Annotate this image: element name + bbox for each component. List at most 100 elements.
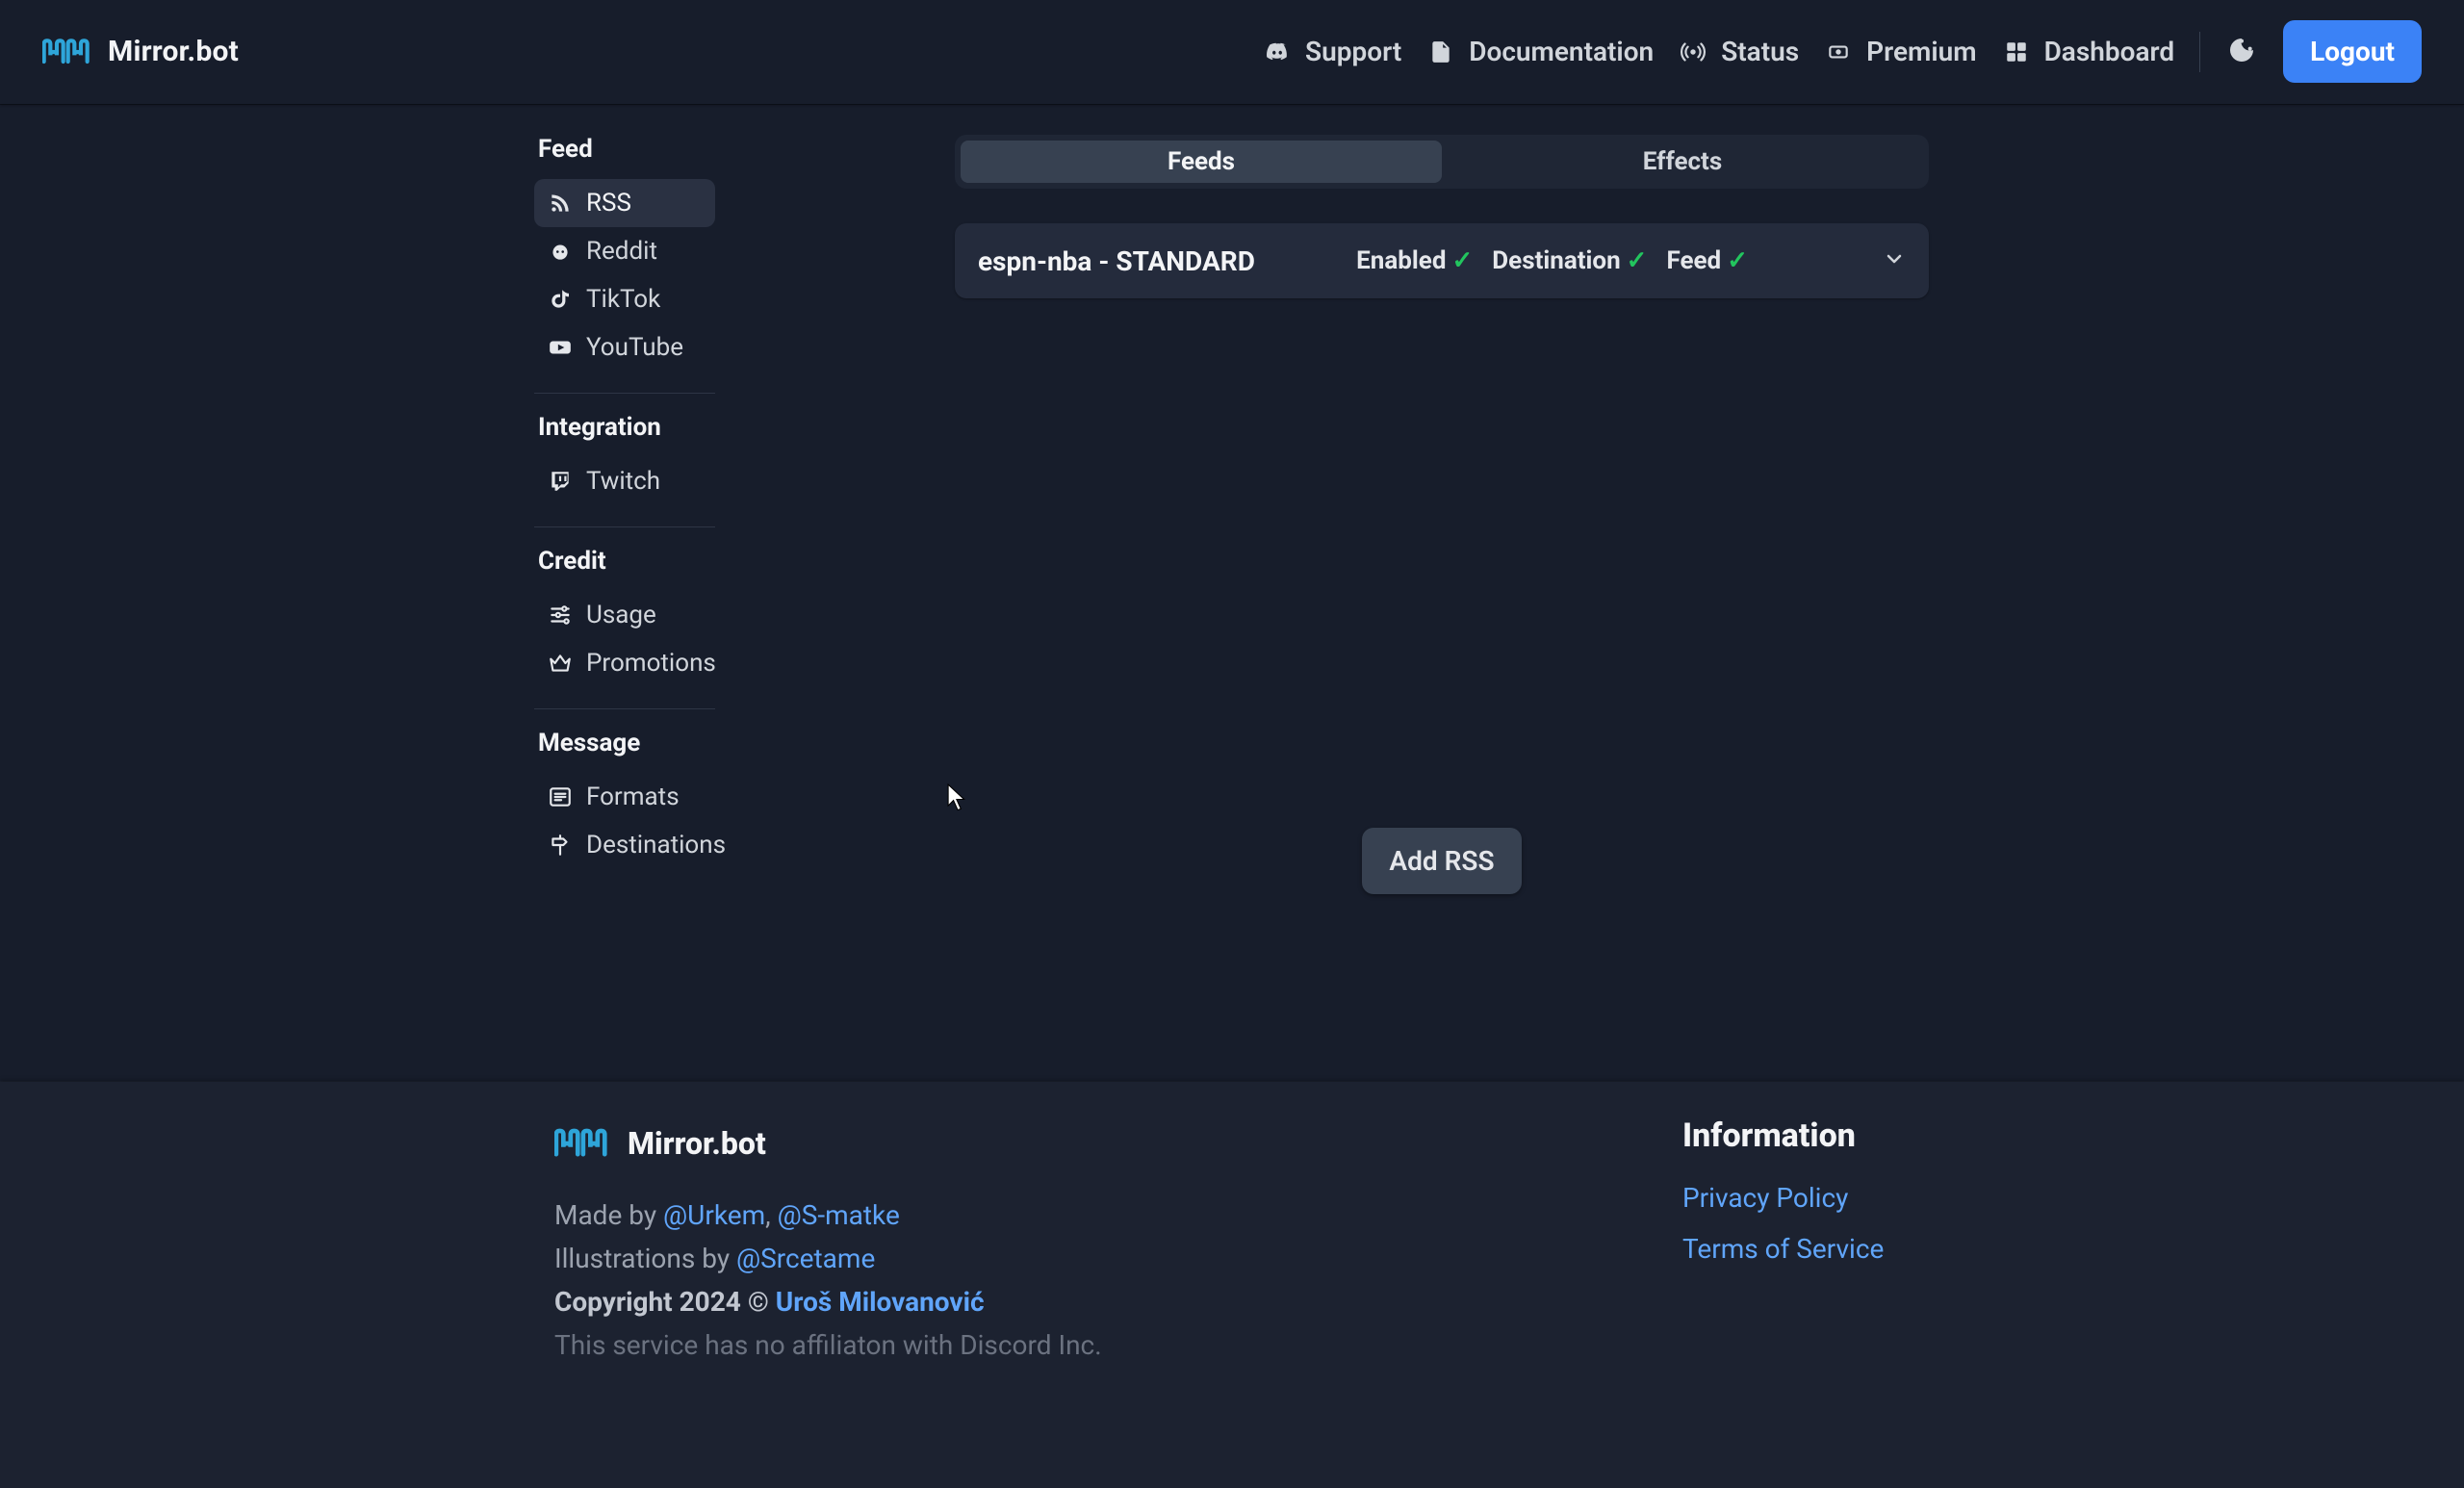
sidebar-title-feed: Feed <box>534 135 715 164</box>
footer-copyright-prefix: Copyright 2024 © <box>554 1286 776 1318</box>
check-icon: ✓ <box>1451 246 1473 275</box>
sidebar-item-promotions[interactable]: Promotions <box>534 639 715 687</box>
add-button-row: Add RSS <box>955 828 1929 894</box>
list-icon <box>548 784 573 809</box>
footer-madeby-sep: , <box>765 1199 777 1231</box>
nav-status-label: Status <box>1721 36 1799 67</box>
brand-logo-icon <box>554 1116 608 1170</box>
feed-row[interactable]: espn-nba - STANDARD Enabled ✓ Destinatio… <box>955 223 1929 298</box>
footer-brand-name: Mirror.bot <box>628 1125 766 1162</box>
page-body: Feed RSS Reddit TikTok <box>0 104 2464 135</box>
sidebar-item-youtube[interactable]: YouTube <box>534 323 715 372</box>
app-header: Mirror.bot Support Documentation Status <box>0 0 2464 104</box>
footer-illustrations: Illustrations by @Srcetame <box>554 1243 1102 1274</box>
status-label: Destination <box>1492 246 1620 275</box>
logout-button[interactable]: Logout <box>2283 20 2422 83</box>
sidebar-item-label: Promotions <box>586 649 716 678</box>
sidebar-item-destinations[interactable]: Destinations <box>534 821 715 869</box>
discord-icon <box>1263 38 1292 66</box>
tiktok-icon <box>548 287 573 312</box>
rss-icon <box>548 191 573 216</box>
chevron-down-icon <box>1883 247 1906 274</box>
footer-madeby-prefix: Made by <box>554 1199 663 1231</box>
sliders-icon <box>548 603 573 628</box>
add-rss-button[interactable]: Add RSS <box>1362 828 1521 894</box>
dashboard-icon <box>2002 38 2031 66</box>
header-nav: Support Documentation Status Premium Das <box>1263 20 2422 83</box>
sidebar-item-label: RSS <box>586 189 631 218</box>
theme-icon <box>2226 35 2257 69</box>
add-rss-label: Add RSS <box>1389 845 1494 877</box>
signpost-icon <box>548 833 573 858</box>
nav-support[interactable]: Support <box>1263 36 1401 67</box>
status-destination: Destination ✓ <box>1492 246 1647 275</box>
brand[interactable]: Mirror.bot <box>42 28 239 76</box>
sidebar-item-label: Destinations <box>586 831 726 859</box>
footer-copyright-link[interactable]: Uroš Milovanović <box>776 1286 985 1318</box>
nav-premium-label: Premium <box>1866 36 1976 67</box>
footer: Mirror.bot Made by @Urkem, @S-matke Illu… <box>0 1082 2464 1488</box>
crown-icon <box>548 651 573 676</box>
brand-name: Mirror.bot <box>108 35 239 68</box>
sidebar-item-tiktok[interactable]: TikTok <box>534 275 715 323</box>
youtube-icon <box>548 335 573 360</box>
sidebar-title-credit: Credit <box>534 547 715 576</box>
footer-left: Mirror.bot Made by @Urkem, @S-matke Illu… <box>554 1116 1102 1373</box>
status-label: Enabled <box>1356 246 1446 275</box>
tab-effects[interactable]: Effects <box>1442 141 1923 183</box>
footer-privacy-link[interactable]: Privacy Policy <box>1682 1182 1990 1214</box>
footer-illustrations-prefix: Illustrations by <box>554 1243 736 1274</box>
sidebar-divider <box>534 708 715 709</box>
theme-toggle[interactable] <box>2225 36 2258 68</box>
sidebar-item-label: Formats <box>586 782 680 811</box>
sidebar-item-label: Usage <box>586 601 656 629</box>
footer-info-title: Information <box>1682 1116 1990 1155</box>
twitch-icon <box>548 469 573 494</box>
footer-copyright: Copyright 2024 © Uroš Milovanović <box>554 1286 1102 1318</box>
tab-effects-label: Effects <box>1643 147 1722 176</box>
footer-madeby: Made by @Urkem, @S-matke <box>554 1199 1102 1231</box>
sidebar-item-formats[interactable]: Formats <box>534 773 715 821</box>
sidebar-item-label: Reddit <box>586 237 657 266</box>
expand-toggle[interactable] <box>1883 249 1906 272</box>
nav-premium[interactable]: Premium <box>1824 36 1976 67</box>
status-feed: Feed ✓ <box>1666 246 1748 275</box>
sidebar-divider <box>534 393 715 394</box>
feed-title: espn-nba - STANDARD <box>978 245 1356 277</box>
reddit-icon <box>548 239 573 264</box>
status-label: Feed <box>1666 246 1721 275</box>
sidebar-title-integration: Integration <box>534 413 715 442</box>
tab-feeds[interactable]: Feeds <box>961 141 1442 183</box>
sidebar: Feed RSS Reddit TikTok <box>534 135 715 869</box>
footer-madeby-link2[interactable]: @S-matke <box>778 1199 900 1231</box>
sidebar-title-message: Message <box>534 729 715 757</box>
nav-documentation-label: Documentation <box>1469 36 1654 67</box>
sidebar-item-usage[interactable]: Usage <box>534 591 715 639</box>
footer-illustrations-link[interactable]: @Srcetame <box>736 1243 875 1274</box>
sidebar-item-label: TikTok <box>586 285 660 314</box>
premium-icon <box>1824 38 1853 66</box>
sidebar-item-twitch[interactable]: Twitch <box>534 457 715 505</box>
tab-feeds-label: Feeds <box>1168 147 1235 176</box>
footer-right: Information Privacy Policy Terms of Serv… <box>1682 1116 1990 1373</box>
nav-divider <box>2199 32 2200 72</box>
feed-status-group: Enabled ✓ Destination ✓ Feed ✓ <box>1356 246 1748 275</box>
nav-dashboard-label: Dashboard <box>2044 36 2175 67</box>
nav-dashboard[interactable]: Dashboard <box>2002 36 2175 67</box>
footer-tos-link[interactable]: Terms of Service <box>1682 1233 1990 1265</box>
broadcast-icon <box>1679 38 1707 66</box>
sidebar-item-rss[interactable]: RSS <box>534 179 715 227</box>
check-icon: ✓ <box>1627 246 1648 275</box>
sidebar-item-reddit[interactable]: Reddit <box>534 227 715 275</box>
tabs: Feeds Effects <box>955 135 1929 189</box>
nav-support-label: Support <box>1305 36 1401 67</box>
nav-status[interactable]: Status <box>1679 36 1799 67</box>
nav-documentation[interactable]: Documentation <box>1426 36 1654 67</box>
logout-label: Logout <box>2310 36 2395 67</box>
footer-madeby-link1[interactable]: @Urkem <box>663 1199 765 1231</box>
sidebar-item-label: Twitch <box>586 467 660 496</box>
document-icon <box>1426 38 1455 66</box>
check-icon: ✓ <box>1727 246 1748 275</box>
main-content: Feeds Effects espn-nba - STANDARD Enable… <box>955 135 1929 894</box>
sidebar-divider <box>534 526 715 527</box>
